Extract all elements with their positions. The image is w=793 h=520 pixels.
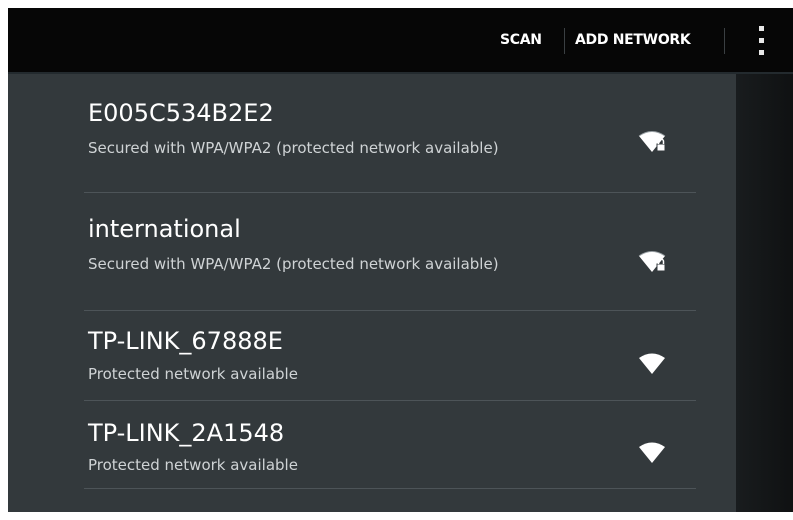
network-item-e005c534b2e2[interactable]: E005C534B2E2 Secured with WPA/WPA2 (prot… bbox=[8, 74, 736, 192]
scan-button[interactable]: SCAN bbox=[500, 8, 542, 72]
network-ssid: TP-LINK_2A1548 bbox=[88, 419, 285, 447]
network-summary: Secured with WPA/WPA2 (protected network… bbox=[88, 255, 499, 273]
action-divider bbox=[564, 28, 565, 54]
network-summary: Protected network available bbox=[88, 365, 298, 383]
wifi-settings-screen: SCAN ADD NETWORK E005C534B2E2 Secured wi… bbox=[8, 8, 793, 512]
right-panel bbox=[736, 74, 793, 512]
network-ssid: E005C534B2E2 bbox=[88, 99, 274, 127]
network-summary: Secured with WPA/WPA2 (protected network… bbox=[88, 139, 499, 157]
network-ssid: TP-LINK_67888E bbox=[88, 327, 283, 355]
wifi-icon bbox=[639, 353, 665, 374]
network-list: E005C534B2E2 Secured with WPA/WPA2 (prot… bbox=[8, 74, 736, 512]
network-summary: Protected network available bbox=[88, 456, 298, 474]
list-separator bbox=[84, 488, 696, 489]
action-bar: SCAN ADD NETWORK bbox=[8, 8, 793, 74]
action-divider bbox=[724, 28, 725, 54]
network-item-tp-link-2a1548[interactable]: TP-LINK_2A1548 Protected network availab… bbox=[8, 401, 736, 487]
wifi-locked-icon bbox=[638, 131, 666, 152]
overflow-menu-icon[interactable] bbox=[750, 24, 774, 58]
network-item-international[interactable]: international Secured with WPA/WPA2 (pro… bbox=[8, 193, 736, 310]
wifi-icon bbox=[639, 442, 665, 463]
network-ssid: international bbox=[88, 215, 241, 243]
wifi-locked-icon bbox=[638, 251, 666, 272]
network-item-tp-link-67888e[interactable]: TP-LINK_67888E Protected network availab… bbox=[8, 311, 736, 399]
add-network-button[interactable]: ADD NETWORK bbox=[575, 8, 691, 72]
